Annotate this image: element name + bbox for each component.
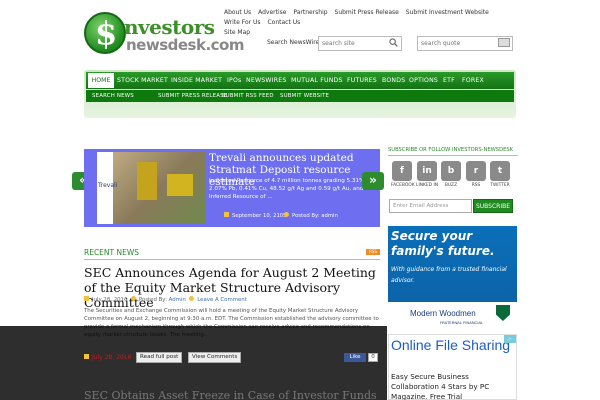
top-link-write[interactable]: Write For Us	[224, 19, 261, 26]
slide-author-text: Posted By: admin	[292, 213, 338, 219]
leave-comment-link[interactable]: Leave A Comment	[197, 297, 247, 303]
social-linkedin-label: LINKED IN	[416, 183, 439, 188]
article-meta: July 28, 2016 Posted By: Admin Leave A C…	[84, 296, 247, 303]
article-date: July 28, 2016	[84, 354, 131, 361]
logo-dollar-glyph: $	[95, 14, 118, 52]
slide-image-machinery	[137, 162, 157, 200]
article-author-link[interactable]: Admin	[169, 297, 186, 303]
slide-image-machinery-2	[167, 174, 193, 196]
rss-feed-icon: r	[466, 161, 486, 181]
social-linkedin[interactable]: in LINKED IN	[416, 161, 438, 191]
article-meta-date: July 28, 2016	[92, 297, 128, 303]
social-rss[interactable]: r RSS	[465, 161, 487, 191]
featured-slider[interactable]: Trevali Trevali announces updated Stratm…	[84, 149, 380, 227]
slide-date-text: September 10, 2105	[232, 213, 287, 219]
site-logo[interactable]: $ nvestors newsdesk.com	[84, 12, 244, 54]
nav-etf[interactable]: ETF	[443, 77, 455, 84]
recent-news-header: RECENT NEWS RSS	[84, 246, 380, 260]
nav-primary: HOME STOCK MARKET INSIDE MARKET IPOs NEW…	[86, 72, 514, 89]
advertisement-modern-woodmen[interactable]: Secure your family's future. With guidan…	[388, 226, 517, 332]
main-navigation: HOME STOCK MARKET INSIDE MARKET IPOs NEW…	[84, 70, 516, 118]
nav-submit-press-release[interactable]: SUBMIT PRESS RELEASE	[158, 93, 227, 99]
nav-inside-market[interactable]: INSIDE MARKET	[171, 77, 222, 84]
nav-search-news[interactable]: SEARCH NEWS	[92, 93, 134, 99]
nav-bonds[interactable]: BONDS	[382, 77, 405, 84]
user-icon	[130, 296, 136, 301]
linkedin-icon: in	[417, 161, 437, 181]
nav-mutual-funds[interactable]: MUTUAL FUNDS	[291, 77, 343, 84]
ad2-text: Easy Secure Business Collaboration 4 Sta…	[391, 372, 490, 400]
nav-submit-website[interactable]: SUBMIT WEBSITE	[280, 93, 329, 99]
ad-brand-sub: FRATERNAL FINANCIAL	[440, 320, 484, 325]
next-article-title[interactable]: SEC Obtains Asset Freeze in Case of Inve…	[84, 389, 377, 400]
calendar-icon	[84, 354, 89, 359]
nav-options[interactable]: OPTIONS	[409, 77, 438, 84]
top-link-sitemap[interactable]: Site Map	[224, 29, 250, 36]
logo-domain: newsdesk.com	[126, 36, 244, 54]
nav-home[interactable]: HOME	[88, 73, 114, 88]
email-field[interactable]: Enter Email Address	[389, 199, 472, 213]
nav-futures[interactable]: FUTURES	[347, 77, 377, 84]
nav-forex[interactable]: FOREX	[462, 77, 484, 84]
recent-news-title: RECENT NEWS	[84, 248, 140, 257]
top-link-partnership[interactable]: Partnership	[293, 9, 327, 16]
slide-image-brand: Trevali	[98, 182, 118, 189]
slide-author: Posted By: admin	[284, 212, 338, 219]
buzz-icon: b	[441, 161, 461, 181]
slide-excerpt: Indicated Resource of 4.7 million tonnes…	[209, 178, 379, 200]
nav-stock-market[interactable]: STOCK MARKET	[117, 77, 168, 84]
calendar-icon	[84, 296, 89, 301]
social-buzz[interactable]: b BUZZ	[440, 161, 462, 191]
top-link-contact[interactable]: Contact Us	[267, 19, 300, 26]
ad-headline: Secure your family's future.	[391, 229, 495, 258]
user-icon	[284, 212, 289, 217]
search-bar: Search NewsWires	[264, 35, 514, 53]
ad-brand: Modern Woodmen	[410, 309, 476, 318]
nav-secondary: SEARCH NEWS SUBMIT PRESS RELEASE SUBMIT …	[86, 90, 514, 102]
top-link-submit-website[interactable]: Submit Investment Website	[406, 9, 489, 16]
ad2-headline: Online File Sharing	[391, 337, 511, 353]
article-date-text: July 28, 2016	[92, 354, 132, 361]
slide-image[interactable]: Trevali	[97, 152, 205, 224]
article-meta-posted: Posted By:	[138, 297, 167, 303]
subscribe-heading: SUBSCRIBE OR FOLLOW INVESTORS-NEWSDESK	[388, 147, 518, 156]
search-icon[interactable]	[389, 38, 398, 47]
top-links: About Us Advertise Partnership Submit Pr…	[224, 8, 504, 38]
twitter-icon: t	[490, 161, 510, 181]
view-comments-button[interactable]: View Comments	[188, 352, 242, 363]
top-link-submit-press[interactable]: Submit Press Release	[335, 9, 399, 16]
like-count: 0	[368, 353, 378, 362]
social-rss-label: RSS	[471, 183, 481, 188]
social-facebook[interactable]: f FACEBOOK	[391, 161, 415, 191]
social-buzz-label: BUZZ	[444, 183, 458, 188]
article-title[interactable]: SEC Announces Agenda for August 2 Meetin…	[84, 265, 384, 310]
nav-newswires[interactable]: NEWSWIRES	[246, 77, 286, 84]
shield-icon	[496, 305, 510, 321]
social-facebook-label: FACEBOOK	[391, 183, 415, 188]
social-twitter-label: TWITTER	[490, 183, 510, 188]
comment-icon	[189, 296, 195, 301]
calendar-icon	[224, 212, 229, 217]
slide-date: September 10, 2105	[224, 212, 287, 219]
facebook-icon: f	[392, 161, 412, 181]
read-full-post-button[interactable]: Read full post	[136, 352, 183, 363]
rss-icon[interactable]: RSS	[366, 249, 380, 255]
search-label: Search NewsWires	[267, 39, 323, 46]
nav-ipos[interactable]: IPOs	[227, 77, 241, 84]
slider-next-button[interactable]: »	[362, 172, 384, 190]
top-link-about[interactable]: About Us	[224, 9, 251, 16]
ad-subtext: With guidance from a trusted financial a…	[391, 266, 507, 284]
subscribe-button[interactable]: SUBSCRIBE	[473, 199, 513, 213]
quote-chart-icon[interactable]	[498, 38, 510, 47]
nav-submit-rss-feed[interactable]: SUBMIT RSS FEED	[222, 93, 274, 99]
advertisement-file-sharing[interactable]: Online File Sharing Easy Secure Business…	[388, 334, 517, 400]
adchoices-icon[interactable]: ▷	[504, 335, 516, 343]
ad-footer: Modern Woodmen FRATERNAL FINANCIAL	[388, 302, 517, 332]
social-twitter[interactable]: t TWITTER	[489, 161, 511, 191]
top-link-advertise[interactable]: Advertise	[258, 9, 286, 16]
facebook-like-button[interactable]: Like	[344, 353, 366, 362]
